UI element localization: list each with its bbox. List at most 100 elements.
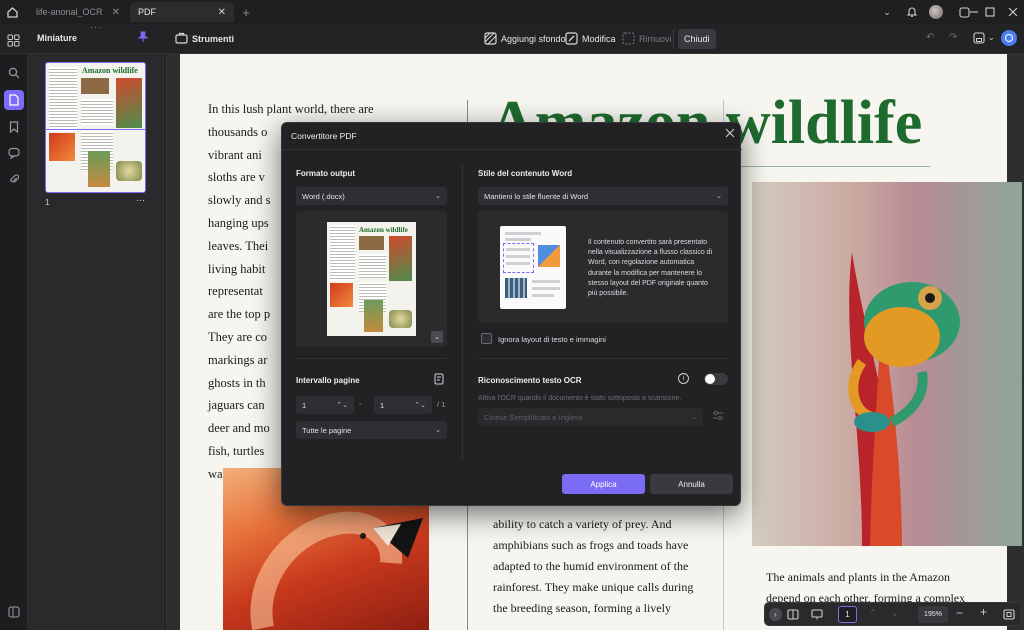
next-page-icon[interactable]: ⌄ [891, 608, 899, 619]
save-dropdown-icon[interactable]: ⌄ [988, 33, 995, 42]
search-icon[interactable] [6, 65, 22, 81]
toolbox-icon [175, 32, 188, 46]
text-line: amphibians such as frogs and toads have [493, 538, 689, 552]
collapse-panel-icon[interactable] [6, 604, 22, 620]
page-range-value: Tutte le pagine [302, 425, 352, 435]
background-icon [484, 31, 497, 47]
cancel-button[interactable]: Annulla [650, 474, 733, 494]
illustration-image [538, 245, 560, 267]
comment-icon[interactable] [6, 145, 22, 161]
close-mode-button[interactable]: Chiudi [678, 29, 716, 49]
thumbnail-title: Amazon wildlife [82, 66, 138, 75]
ocr-settings-icon[interactable] [712, 410, 724, 425]
ocr-toggle[interactable] [704, 373, 728, 385]
tab-pdf[interactable]: PDF ✕ [130, 2, 234, 22]
home-icon[interactable] [4, 4, 20, 20]
presentation-icon[interactable] [811, 609, 823, 623]
zoom-bar: › 1 ⌃ ⌄ 195% − + [764, 602, 1022, 626]
chevron-down-icon[interactable]: ⌄ [879, 4, 895, 20]
save-icon[interactable] [973, 32, 985, 47]
close-dialog-icon[interactable] [725, 128, 737, 140]
style-description-box: Il contenuto convertito sarà presentato … [478, 211, 728, 323]
tab-life-anonal[interactable]: life-anonal_OCR ✕ [28, 2, 128, 22]
preview-expand-icon[interactable]: ⌄ [431, 331, 443, 343]
avatar[interactable] [928, 4, 944, 20]
remove-icon [622, 31, 635, 47]
thumbnail-text-block [49, 67, 77, 131]
apply-button[interactable]: Applica [562, 474, 645, 494]
close-tab-icon[interactable]: ✕ [112, 7, 120, 18]
tab-label: life-anonal_OCR [36, 7, 103, 17]
divider [282, 149, 742, 150]
page-from-input[interactable]: 1 ⌃⌄ [296, 396, 354, 414]
attachment-icon[interactable] [6, 171, 22, 187]
undo-icon[interactable]: ↶ [926, 32, 934, 43]
ocr-hint: Attiva l'OCR quando il documento è stato… [478, 395, 682, 402]
divider [673, 29, 674, 49]
info-icon[interactable]: i [678, 373, 689, 384]
page-range-select[interactable]: Tutte le pagine ⌄ [296, 421, 447, 439]
chevron-down-icon: ⌄ [435, 427, 441, 434]
page-total: / 1 [437, 400, 446, 409]
drag-handle-icon[interactable]: ··· [90, 22, 102, 32]
output-format-select[interactable]: Word (.docx) ⌄ [296, 187, 447, 205]
tools-button[interactable]: Strumenti [171, 29, 238, 49]
ai-assistant-icon[interactable] [1001, 30, 1017, 46]
zoom-out-button[interactable]: − [956, 606, 963, 620]
page-to-value: 1 [380, 400, 385, 410]
illustration-line [506, 255, 530, 258]
add-background-button[interactable]: Aggiungi sfondo [480, 29, 570, 49]
viewport-indicator [46, 129, 145, 130]
zoom-in-button[interactable]: + [980, 605, 987, 619]
word-style-select[interactable]: Mantieni lo stile fluente di Word ⌄ [478, 187, 728, 205]
edit-button[interactable]: Modifica [561, 29, 620, 49]
style-description-text: Il contenuto convertito sarà presentato … [588, 239, 713, 298]
remove-button[interactable]: Rimuovi [618, 29, 676, 49]
text-line: ability to catch a variety of prey. And [493, 517, 672, 531]
page-number-input[interactable]: 1 [838, 606, 857, 623]
close-tab-icon[interactable]: ✕ [218, 7, 226, 18]
maximize-icon[interactable] [982, 4, 998, 20]
illustration-image [505, 278, 527, 298]
chevron-down-icon: ⌄ [716, 193, 722, 200]
stepper-icon[interactable]: ⌃⌄ [336, 401, 348, 409]
new-tab-icon[interactable]: + [238, 4, 254, 20]
grid-view-icon[interactable] [3, 30, 24, 50]
toolbar: Miniature ··· Strumenti Aggiungi sfondo … [0, 22, 1024, 54]
minimize-icon[interactable] [966, 4, 982, 20]
preview-image [364, 300, 383, 332]
text-line: In this lush plant world, there are [208, 102, 374, 116]
close-mode-label: Chiudi [684, 34, 710, 44]
column-divider [462, 163, 463, 460]
redo-icon[interactable]: ↷ [949, 32, 957, 43]
frog-image [752, 182, 1022, 546]
illustration-line [506, 262, 530, 265]
ignore-layout-label: Ignora layout di testo e immagini [498, 335, 606, 344]
preview-text-block [359, 254, 386, 278]
bookmark-icon[interactable] [6, 119, 22, 135]
expand-bar-icon[interactable]: › [769, 608, 782, 621]
word-style-value: Mantieni lo stile fluente di Word [484, 191, 589, 201]
pages-icon[interactable] [4, 90, 24, 110]
bell-icon[interactable] [904, 4, 920, 20]
thumbnail-image [49, 133, 75, 161]
reading-mode-icon[interactable] [787, 609, 799, 623]
ignore-layout-checkbox[interactable] [481, 333, 492, 344]
tools-label: Strumenti [192, 34, 235, 44]
stepper-icon[interactable]: ⌃⌄ [414, 401, 426, 409]
page-thumbnail[interactable]: Amazon wildlife [45, 62, 146, 193]
close-window-icon[interactable] [1005, 4, 1021, 20]
previous-page-icon[interactable]: ⌃ [869, 608, 877, 619]
title-bar: life-anonal_OCR ✕ PDF ✕ + ⌄ [0, 0, 1024, 24]
fit-page-icon[interactable] [1003, 609, 1015, 623]
ocr-language-select[interactable]: Cinese Semplificato e Inglese ⌄ [478, 408, 703, 426]
page-to-input[interactable]: 1 ⌃⌄ [374, 396, 432, 414]
thumbnail-more-icon[interactable]: ··· [136, 195, 145, 205]
preview-title: Amazon wildlife [359, 226, 408, 234]
range-separator: - [359, 399, 362, 408]
preview-image [389, 236, 412, 281]
page-range-settings-icon[interactable] [434, 373, 445, 388]
pin-icon[interactable] [137, 31, 149, 46]
zoom-level[interactable]: 195% [918, 606, 948, 623]
add-background-label: Aggiungi sfondo [501, 34, 566, 44]
